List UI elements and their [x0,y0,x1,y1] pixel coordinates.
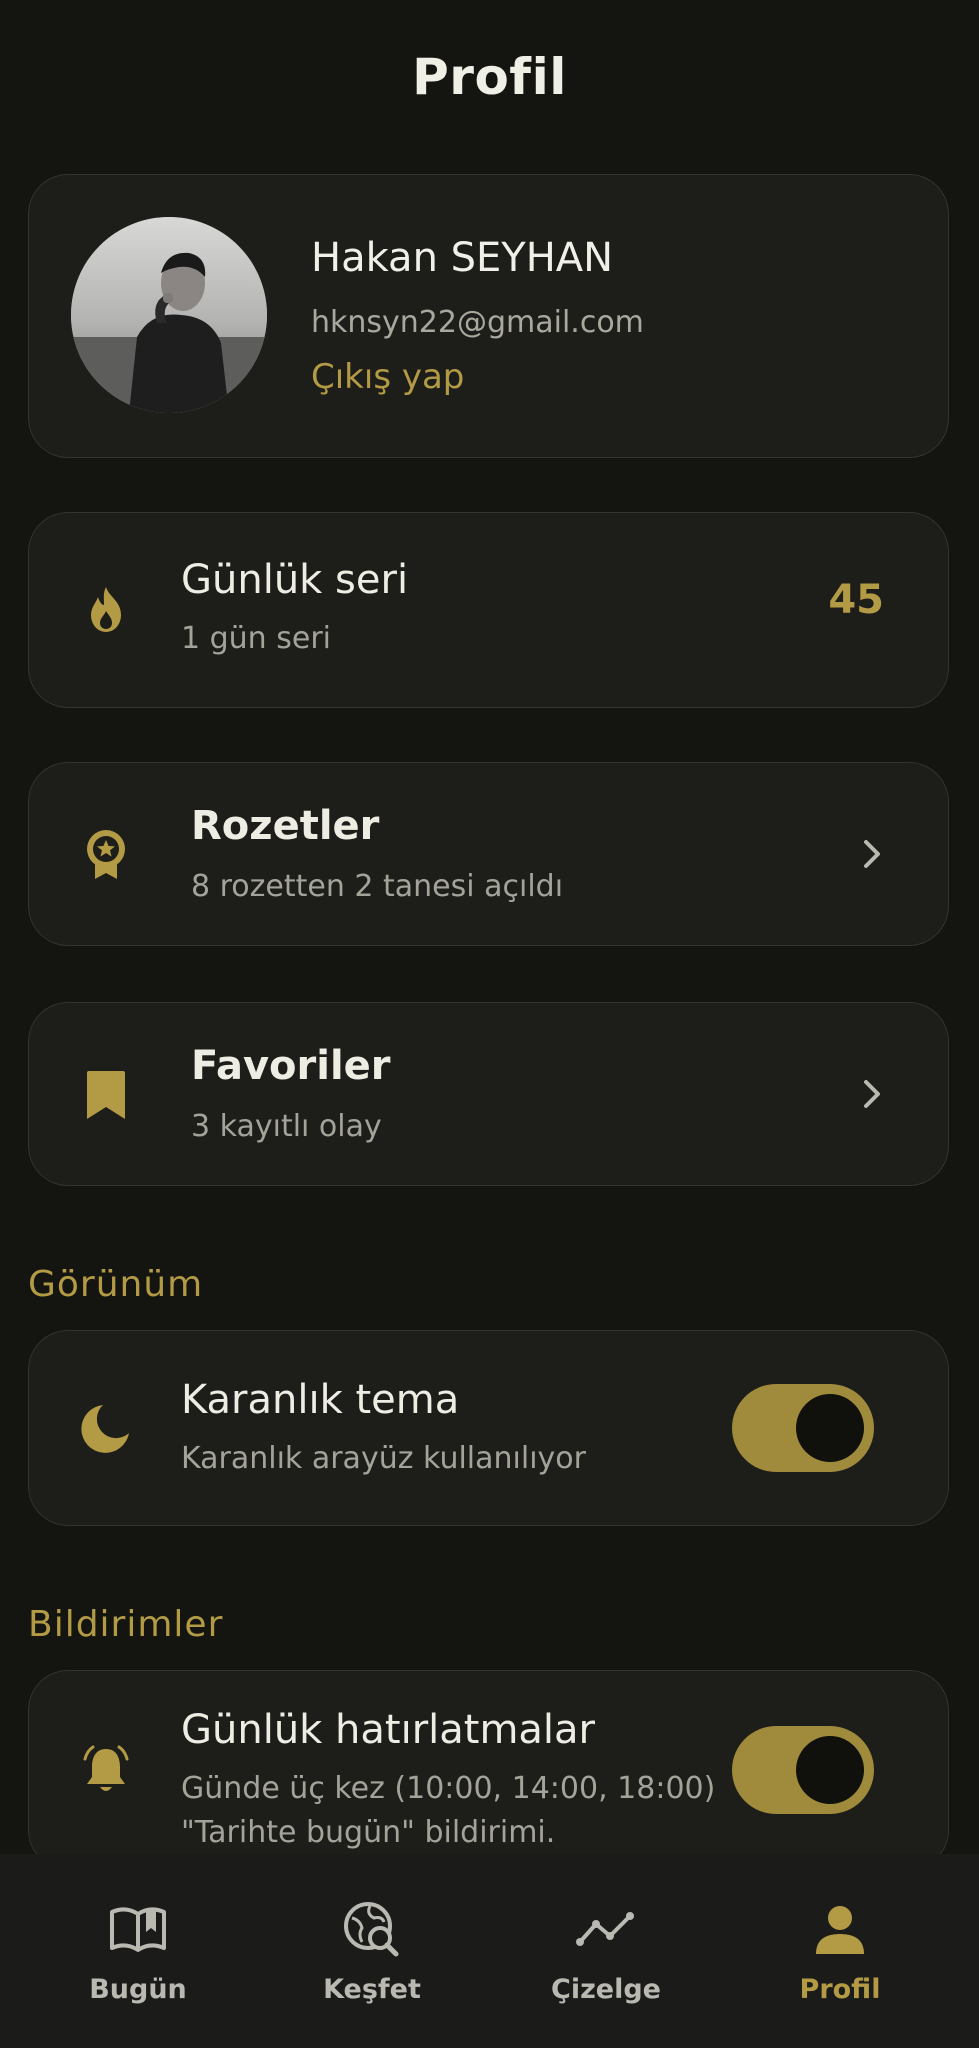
chevron-right-icon [864,1080,880,1108]
avatar-photo [71,217,267,413]
dark-theme-toggle[interactable] [732,1384,874,1472]
toggle-knob [796,1736,864,1804]
daily-reminders-subtitle: Günde üç kez (10:00, 14:00, 18:00) "Tari… [181,1771,716,1850]
line-chart-icon [574,1898,638,1962]
award-icon [79,827,133,881]
streak-subtitle: 1 gün seri [181,621,331,656]
flame-icon [79,583,133,637]
moon-icon [79,1401,133,1455]
nav-item-today[interactable]: Bugün [16,1854,260,2048]
nav-item-profile[interactable]: Profil [718,1854,962,2048]
toggle-knob [796,1394,864,1462]
person-icon [808,1898,872,1962]
favorites-subtitle: 3 kayıtlı olay [191,1109,382,1144]
globe-search-icon [340,1898,404,1962]
avatar[interactable] [71,217,267,413]
badges-card[interactable]: Rozetler 8 rozetten 2 tanesi açıldı [28,762,949,946]
daily-reminders-title: Günlük hatırlatmalar [181,1707,596,1753]
dark-theme-card: Karanlık tema Karanlık arayüz kullanılıy… [28,1330,949,1526]
favorites-card[interactable]: Favoriler 3 kayıtlı olay [28,1002,949,1186]
nav-item-explore[interactable]: Keşfet [250,1854,494,2048]
nav-item-timeline[interactable]: Çizelge [484,1854,728,2048]
logout-link[interactable]: Çıkış yap [311,357,464,397]
section-notifications: Bildirimler [28,1604,224,1645]
bell-icon [79,1743,133,1797]
daily-reminders-toggle[interactable] [732,1726,874,1814]
profile-email: hknsyn22@gmail.com [311,305,644,340]
nav-label: Profil [799,1974,881,2005]
chevron-right-icon [864,840,880,868]
dark-theme-subtitle: Karanlık arayüz kullanılıyor [181,1441,586,1476]
streak-value: 45 [828,577,884,623]
daily-reminders-card: Günlük hatırlatmalar Günde üç kez (10:00… [28,1670,949,1870]
bookmark-icon [79,1067,133,1121]
streak-title: Günlük seri [181,557,409,603]
favorites-title: Favoriler [191,1043,391,1089]
profile-name: Hakan SEYHAN [311,235,614,281]
badges-subtitle: 8 rozetten 2 tanesi açıldı [191,869,564,904]
daily-streak-card: Günlük seri 1 gün seri 45 [28,512,949,708]
badges-title: Rozetler [191,803,380,849]
dark-theme-title: Karanlık tema [181,1377,460,1423]
profile-card: Hakan SEYHAN hknsyn22@gmail.com Çıkış ya… [28,174,949,458]
nav-label: Bugün [89,1974,187,2005]
section-appearance: Görünüm [28,1264,204,1305]
nav-label: Keşfet [323,1974,421,2005]
page-title: Profil [412,48,567,106]
bottom-navigation: Bugün Keşfet Çizelge Profil [0,1854,979,2048]
nav-label: Çizelge [551,1974,661,2005]
open-book-icon [106,1898,170,1962]
